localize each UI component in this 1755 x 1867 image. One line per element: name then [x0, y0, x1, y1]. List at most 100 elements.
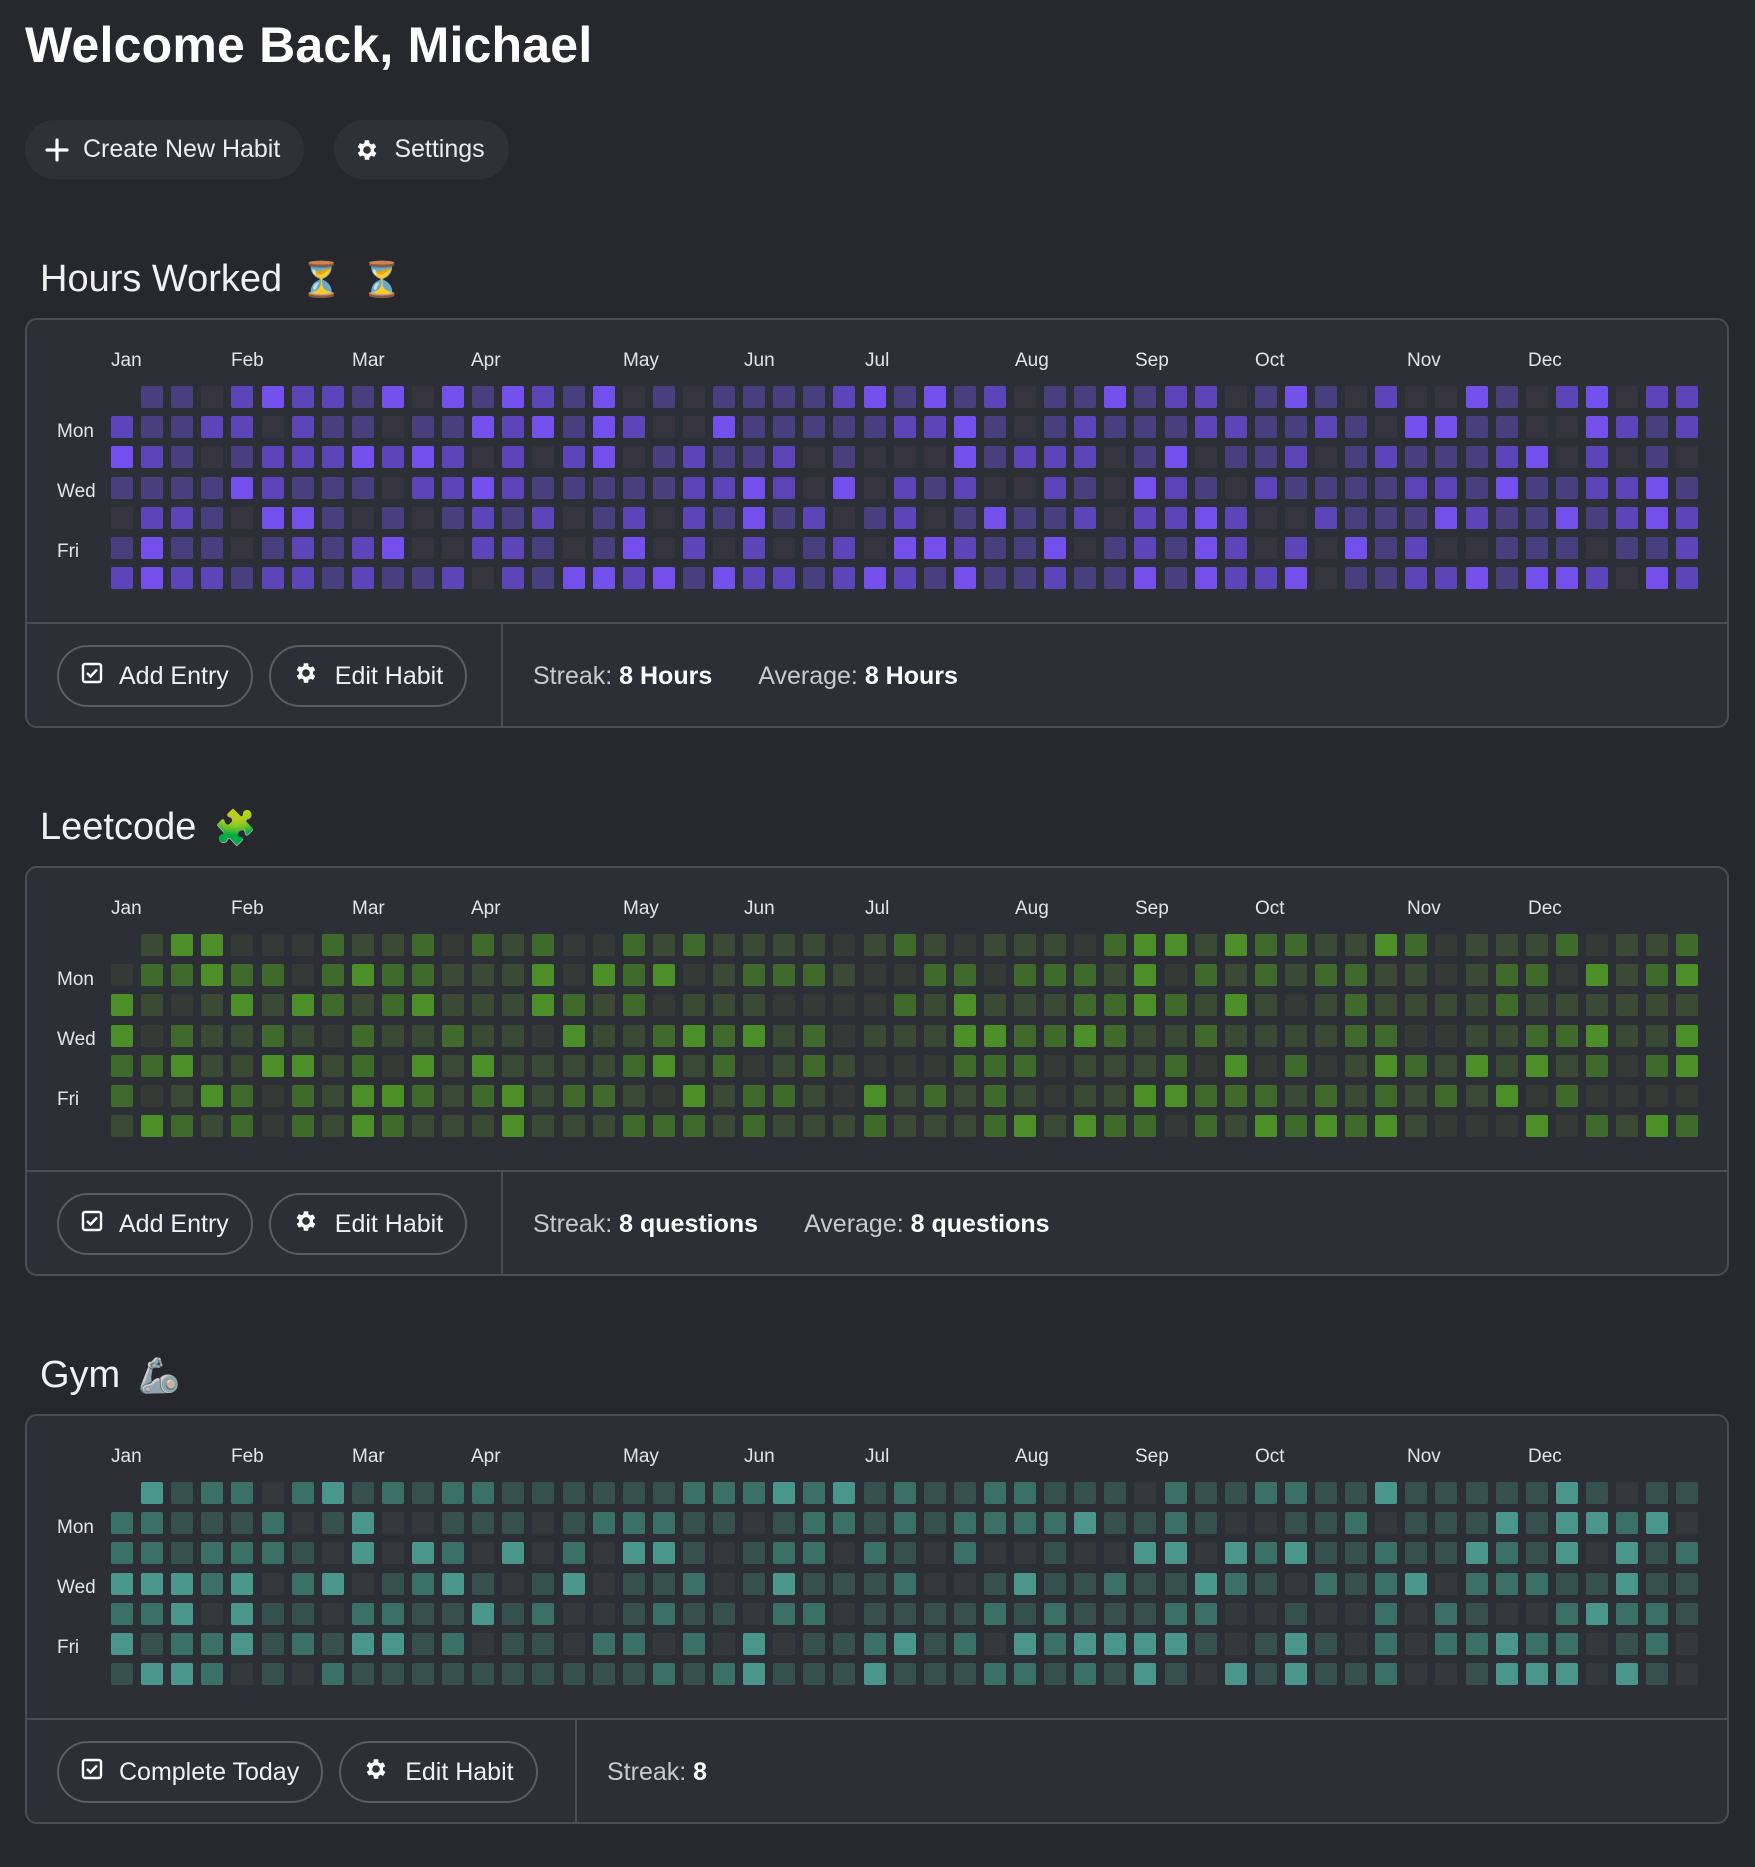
heatmap-cell[interactable]	[1555, 964, 1578, 987]
heatmap-cell[interactable]	[1194, 994, 1217, 1017]
heatmap-cell[interactable]	[532, 964, 555, 987]
heatmap-cell[interactable]	[1224, 537, 1247, 559]
heatmap-cell[interactable]	[803, 386, 826, 408]
heatmap-cell[interactable]	[622, 1572, 645, 1595]
heatmap-cell[interactable]	[1405, 1024, 1428, 1047]
heatmap-cell[interactable]	[261, 446, 284, 469]
heatmap-cell[interactable]	[1315, 476, 1337, 499]
heatmap-cell[interactable]	[321, 1542, 344, 1565]
heatmap-cell[interactable]	[141, 1633, 164, 1655]
edit-habit-button[interactable]: Edit Habit	[268, 1193, 468, 1255]
heatmap-cell[interactable]	[381, 446, 404, 469]
heatmap-cell[interactable]	[592, 1115, 615, 1138]
heatmap-cell[interactable]	[743, 476, 766, 499]
heatmap-cell[interactable]	[1585, 1572, 1608, 1595]
heatmap-cell[interactable]	[1405, 994, 1428, 1017]
heatmap-cell[interactable]	[231, 964, 254, 987]
heatmap-cell[interactable]	[592, 1663, 615, 1686]
heatmap-cell[interactable]	[1104, 1572, 1127, 1595]
heatmap-cell[interactable]	[1224, 964, 1247, 987]
heatmap-cell[interactable]	[472, 1512, 495, 1535]
heatmap-cell[interactable]	[983, 1482, 1006, 1504]
heatmap-cell[interactable]	[1284, 934, 1307, 956]
heatmap-cell[interactable]	[442, 934, 465, 956]
heatmap-cell[interactable]	[923, 1512, 946, 1535]
heatmap-cell[interactable]	[231, 1085, 254, 1107]
heatmap-cell[interactable]	[261, 1602, 284, 1625]
heatmap-cell[interactable]	[1345, 476, 1368, 499]
heatmap-cell[interactable]	[1555, 1054, 1578, 1077]
heatmap-cell[interactable]	[983, 416, 1006, 439]
heatmap-cell[interactable]	[863, 567, 886, 590]
heatmap-cell[interactable]	[1616, 506, 1638, 529]
heatmap-cell[interactable]	[1495, 1085, 1518, 1107]
heatmap-cell[interactable]	[201, 537, 224, 559]
heatmap-cell[interactable]	[1164, 1542, 1187, 1565]
heatmap-cell[interactable]	[351, 934, 374, 956]
heatmap-cell[interactable]	[923, 537, 946, 559]
heatmap-cell[interactable]	[1164, 964, 1187, 987]
heatmap-cell[interactable]	[291, 994, 314, 1017]
heatmap-cell[interactable]	[231, 1572, 254, 1595]
heatmap-cell[interactable]	[1134, 994, 1157, 1017]
heatmap-cell[interactable]	[1164, 1572, 1187, 1595]
heatmap-cell[interactable]	[412, 1602, 434, 1625]
heatmap-cell[interactable]	[833, 1663, 856, 1686]
heatmap-cell[interactable]	[231, 994, 254, 1017]
heatmap-cell[interactable]	[743, 1512, 766, 1535]
heatmap-cell[interactable]	[1164, 537, 1187, 559]
heatmap-cell[interactable]	[1104, 567, 1127, 590]
heatmap-cell[interactable]	[562, 964, 585, 987]
heatmap-cell[interactable]	[592, 964, 615, 987]
heatmap-cell[interactable]	[1345, 446, 1368, 469]
heatmap-cell[interactable]	[713, 1482, 735, 1504]
heatmap-cell[interactable]	[502, 537, 525, 559]
heatmap-cell[interactable]	[1555, 1482, 1578, 1504]
heatmap-cell[interactable]	[1284, 1663, 1307, 1686]
heatmap-cell[interactable]	[1375, 1663, 1398, 1686]
heatmap-cell[interactable]	[1194, 416, 1217, 439]
heatmap-cell[interactable]	[1345, 1572, 1368, 1595]
heatmap-cell[interactable]	[502, 1024, 525, 1047]
heatmap-cell[interactable]	[532, 1115, 555, 1138]
heatmap-cell[interactable]	[1646, 1115, 1669, 1138]
heatmap-cell[interactable]	[1224, 1024, 1247, 1047]
heatmap-cell[interactable]	[652, 964, 675, 987]
heatmap-cell[interactable]	[622, 1024, 645, 1047]
heatmap-cell[interactable]	[201, 1602, 224, 1625]
heatmap-cell[interactable]	[1646, 964, 1669, 987]
heatmap-cell[interactable]	[863, 934, 886, 956]
heatmap-cell[interactable]	[261, 1633, 284, 1655]
heatmap-cell[interactable]	[1104, 1512, 1127, 1535]
heatmap-cell[interactable]	[1435, 386, 1458, 408]
heatmap-cell[interactable]	[231, 476, 254, 499]
heatmap-cell[interactable]	[803, 1572, 826, 1595]
heatmap-cell[interactable]	[773, 446, 796, 469]
heatmap-cell[interactable]	[1134, 1663, 1157, 1686]
heatmap-cell[interactable]	[1555, 416, 1578, 439]
heatmap-cell[interactable]	[1616, 1542, 1638, 1565]
heatmap-cell[interactable]	[1555, 934, 1578, 956]
heatmap-cell[interactable]	[773, 1085, 796, 1107]
heatmap-cell[interactable]	[743, 1572, 766, 1595]
heatmap-cell[interactable]	[1345, 1115, 1368, 1138]
heatmap-cell[interactable]	[1254, 537, 1277, 559]
heatmap-cell[interactable]	[141, 476, 164, 499]
heatmap-cell[interactable]	[592, 1602, 615, 1625]
heatmap-cell[interactable]	[983, 1602, 1006, 1625]
heatmap-cell[interactable]	[893, 1663, 916, 1686]
heatmap-cell[interactable]	[201, 1085, 224, 1107]
heatmap-cell[interactable]	[1345, 1054, 1368, 1077]
heatmap-cell[interactable]	[1074, 506, 1097, 529]
heatmap-cell[interactable]	[1014, 446, 1036, 469]
heatmap-cell[interactable]	[201, 446, 224, 469]
heatmap-cell[interactable]	[592, 537, 615, 559]
heatmap-cell[interactable]	[141, 416, 164, 439]
heatmap-cell[interactable]	[713, 506, 735, 529]
heatmap-cell[interactable]	[803, 1115, 826, 1138]
heatmap-cell[interactable]	[983, 446, 1006, 469]
heatmap-cell[interactable]	[893, 994, 916, 1017]
heatmap-cell[interactable]	[321, 1572, 344, 1595]
heatmap-cell[interactable]	[291, 446, 314, 469]
heatmap-cell[interactable]	[442, 567, 465, 590]
